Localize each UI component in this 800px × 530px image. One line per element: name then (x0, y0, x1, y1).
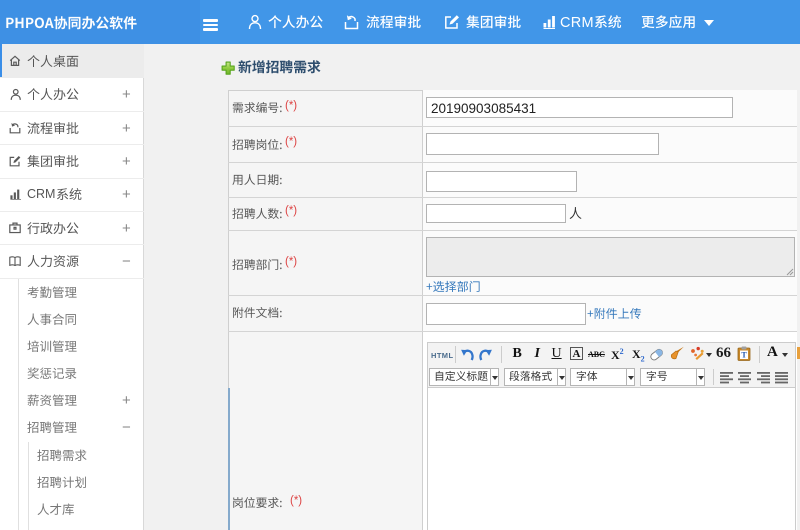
svg-text:T: T (741, 351, 747, 360)
